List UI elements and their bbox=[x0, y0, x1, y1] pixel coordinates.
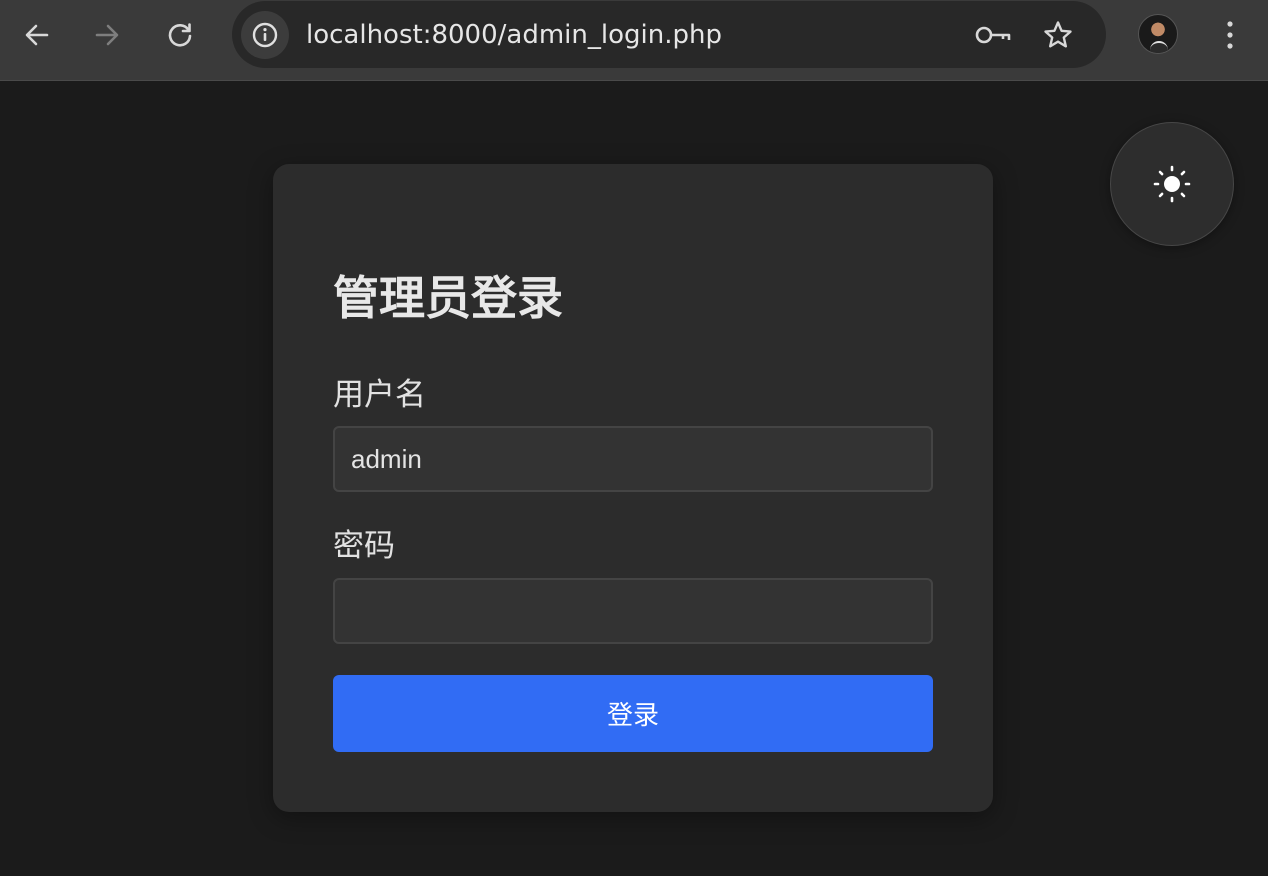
browser-menu-button[interactable] bbox=[1209, 14, 1251, 56]
theme-toggle-button[interactable] bbox=[1110, 122, 1234, 246]
login-card: 管理员登录 用户名 密码 登录 bbox=[273, 164, 993, 812]
site-info-button[interactable] bbox=[241, 11, 289, 59]
password-input[interactable] bbox=[333, 578, 933, 644]
username-input[interactable] bbox=[333, 426, 933, 492]
star-icon bbox=[1044, 21, 1072, 48]
forward-button[interactable] bbox=[86, 14, 128, 56]
arrow-right-icon bbox=[95, 24, 119, 46]
browser-toolbar: localhost:8000/admin_login.php bbox=[0, 0, 1268, 81]
username-label: 用户名 bbox=[333, 377, 426, 413]
profile-avatar[interactable] bbox=[1138, 14, 1178, 54]
back-button[interactable] bbox=[16, 14, 58, 56]
key-icon bbox=[975, 26, 1011, 44]
sun-icon bbox=[1153, 165, 1191, 203]
reload-icon bbox=[168, 23, 192, 47]
reload-button[interactable] bbox=[159, 14, 201, 56]
page-title: 管理员登录 bbox=[333, 271, 563, 325]
address-bar[interactable]: localhost:8000/admin_login.php bbox=[232, 1, 1106, 68]
bookmark-button[interactable] bbox=[1037, 14, 1079, 56]
url-text[interactable]: localhost:8000/admin_login.php bbox=[306, 18, 722, 52]
password-key-button[interactable] bbox=[973, 14, 1015, 56]
password-label: 密码 bbox=[333, 528, 395, 564]
arrow-left-icon bbox=[25, 24, 49, 46]
kebab-menu-icon bbox=[1227, 21, 1233, 49]
login-button[interactable]: 登录 bbox=[333, 675, 933, 752]
info-icon bbox=[252, 22, 278, 48]
